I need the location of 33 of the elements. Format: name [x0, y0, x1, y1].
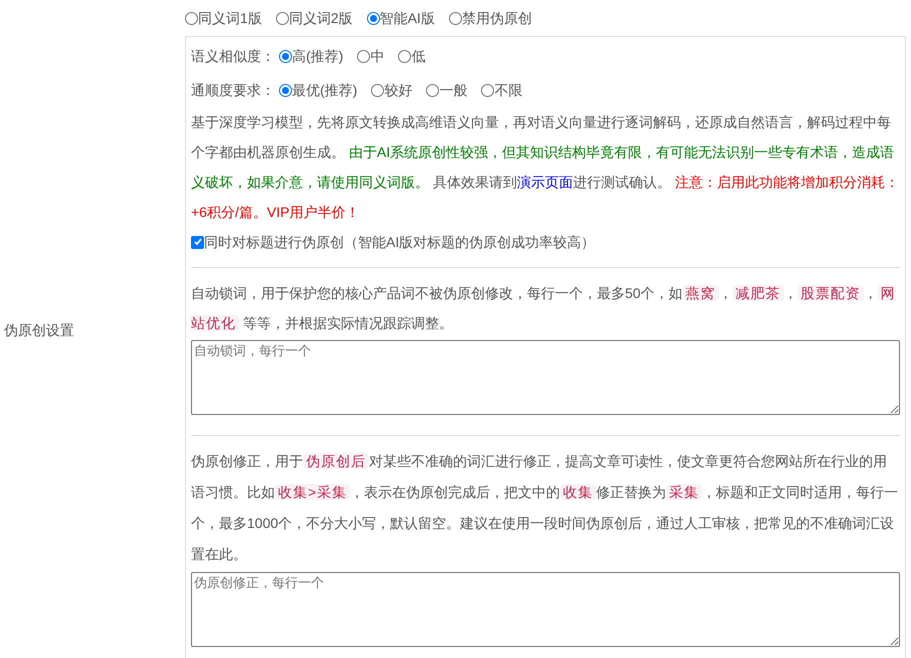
correction-description: 伪原创修正，用于 伪原创后 对某些不准确的词汇进行修正，提高文章可读性，使文章更符合您网站所在行业的用语习惯。比如 收集>采集 ，表示在伪原创完成后，把文中的 收集 修正替换为 采集 ，标题和正文同时适用，每行一个，最多1000个，不分大小写，默认留空。建议在使用一段时间伪原创后，通过人工审核，把常见的不准确词汇设置在此。: [191, 452, 900, 564]
radio-button[interactable]: [371, 84, 384, 96]
radio-button[interactable]: [426, 84, 440, 96]
radio-label: 较好: [384, 80, 412, 100]
radio-label: 一般: [439, 80, 468, 100]
checkbox-label: 同时对标题进行伪原创（智能AI版对标题的伪原创成功率较高）: [204, 232, 596, 252]
radio-label: 禁用伪原创: [462, 8, 532, 28]
radio-label: 低: [411, 46, 426, 66]
radio-button[interactable]: [481, 84, 494, 96]
demo-page-link[interactable]: 演示页面: [516, 174, 573, 190]
radio-button[interactable]: [276, 12, 289, 24]
radio-label: 中: [370, 46, 384, 66]
ai-description: 基于深度学习模型，先将原文转换成高维语义向量，再对语义向量进行逐词解码，还原成自然语言，解码过程中每个字都由机器原创生成。 由于AI系统原创性较强，但其知识结构毕竟有限，有可能无法识别一些专有术语，造成语义破坏，如果介意，请使用同义词版。 具体效果请到演示页面进行测试确认。 注意：启用此功能将增加积分消耗：+6积分/篇。VIP用户半价！: [191, 113, 900, 222]
radio-label: 不限: [494, 80, 522, 100]
radio-button[interactable]: [448, 12, 462, 24]
lock-words-description: 自动锁词，用于保护您的核心产品词不被伪原创修改，每行一个，最多50个，如 燕窝 ， 减肥茶 ， 股票配资 ， 网站优化 等等，并根据实际情况跟踪调整。: [191, 284, 897, 333]
setting-label: 通顺度要求：: [191, 80, 275, 100]
radio-button[interactable]: [279, 50, 292, 62]
radio-button[interactable]: [357, 50, 370, 62]
radio-button[interactable]: [185, 12, 198, 24]
radio-label: 高(推荐): [292, 46, 344, 66]
radio-label: 智能AI版: [380, 8, 435, 28]
correction-input[interactable]: 伪原创修正，每行一个: [191, 572, 900, 647]
radio-button[interactable]: [279, 84, 292, 96]
section-label: 伪原创设置: [4, 320, 74, 340]
lock-words-input[interactable]: 自动锁词，每行一个: [191, 340, 900, 415]
checkbox[interactable]: [191, 236, 204, 248]
radio-label: 最优(推荐): [292, 80, 358, 100]
radio-button[interactable]: [398, 50, 412, 62]
radio-label: 同义词1版: [198, 8, 262, 28]
radio-button[interactable]: [366, 12, 380, 24]
radio-label: 同义词2版: [288, 8, 353, 28]
setting-label: 语义相似度：: [191, 46, 275, 66]
